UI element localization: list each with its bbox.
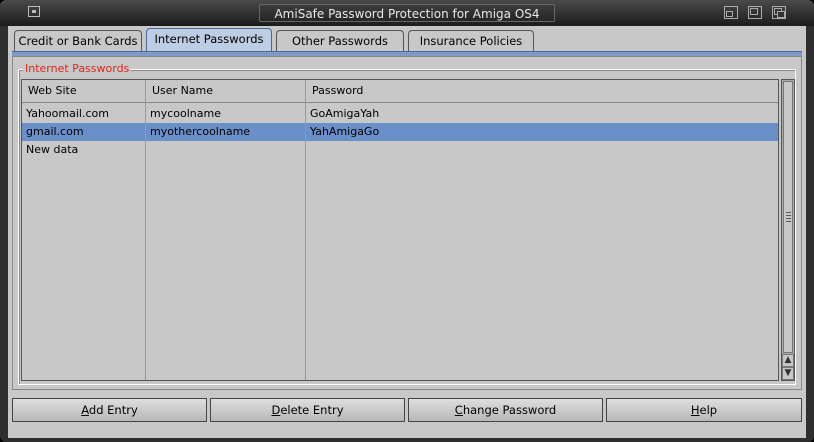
column-divider — [305, 102, 306, 380]
tab-credit-cards[interactable]: Credit or Bank Cards — [14, 30, 142, 51]
column-header-user-name[interactable]: User Name — [146, 80, 306, 102]
cell-password: YahAmigaGo — [310, 125, 380, 138]
password-list[interactable]: Web Site User Name Password Yahoomail.co… — [21, 79, 779, 381]
help-button[interactable]: Help — [606, 398, 802, 422]
table-row[interactable]: Yahoomail.com mycoolname GoAmigaYah — [22, 105, 778, 123]
app-window: AmiSafe Password Protection for Amiga OS… — [0, 0, 814, 442]
list-header: Web Site User Name Password — [22, 80, 778, 103]
tab-panel: Internet Passwords Web Site User Name Pa… — [12, 56, 802, 390]
tab-internet-passwords[interactable]: Internet Passwords — [146, 28, 272, 53]
group-label: Internet Passwords — [23, 62, 132, 76]
table-row-selected[interactable]: gmail.com myothercoolname YahAmigaGo — [22, 123, 778, 141]
add-entry-button[interactable]: Add Entry — [12, 398, 207, 422]
zoom-icon[interactable] — [748, 6, 762, 19]
iconify-icon[interactable] — [724, 6, 738, 19]
cell-web-site: New data — [26, 143, 79, 156]
close-icon[interactable] — [28, 6, 40, 17]
change-password-button[interactable]: Change Password — [408, 398, 603, 422]
arrow-up-icon[interactable]: ▲ — [782, 354, 794, 367]
column-header-password[interactable]: Password — [306, 80, 778, 102]
cell-password: GoAmigaYah — [310, 107, 380, 120]
window-body: Credit or Bank Cards Internet Passwords … — [8, 26, 806, 438]
arrow-down-icon[interactable]: ▼ — [782, 367, 794, 380]
window-title: AmiSafe Password Protection for Amiga OS… — [259, 4, 555, 22]
vertical-scrollbar[interactable]: ▲ ▼ — [781, 79, 795, 381]
button-row: Add Entry Delete Entry Change Password H… — [12, 398, 802, 424]
titlebar[interactable]: AmiSafe Password Protection for Amiga OS… — [0, 0, 814, 26]
tab-insurance-policies[interactable]: Insurance Policies — [408, 30, 534, 51]
tab-other-passwords[interactable]: Other Passwords — [276, 30, 404, 51]
cell-user-name: myothercoolname — [150, 125, 251, 138]
cell-user-name: mycoolname — [150, 107, 221, 120]
cell-web-site: Yahoomail.com — [26, 107, 109, 120]
internet-passwords-group: Internet Passwords Web Site User Name Pa… — [18, 62, 796, 385]
cell-password — [306, 141, 778, 159]
cell-user-name — [146, 141, 305, 159]
grip-icon — [786, 212, 791, 222]
column-header-web-site[interactable]: Web Site — [22, 80, 146, 102]
delete-entry-button[interactable]: Delete Entry — [210, 398, 405, 422]
table-row[interactable]: New data — [22, 141, 778, 159]
scroll-knob[interactable] — [783, 81, 793, 353]
column-divider — [145, 102, 146, 380]
depth-icon[interactable] — [772, 6, 786, 19]
cell-web-site: gmail.com — [26, 125, 84, 138]
